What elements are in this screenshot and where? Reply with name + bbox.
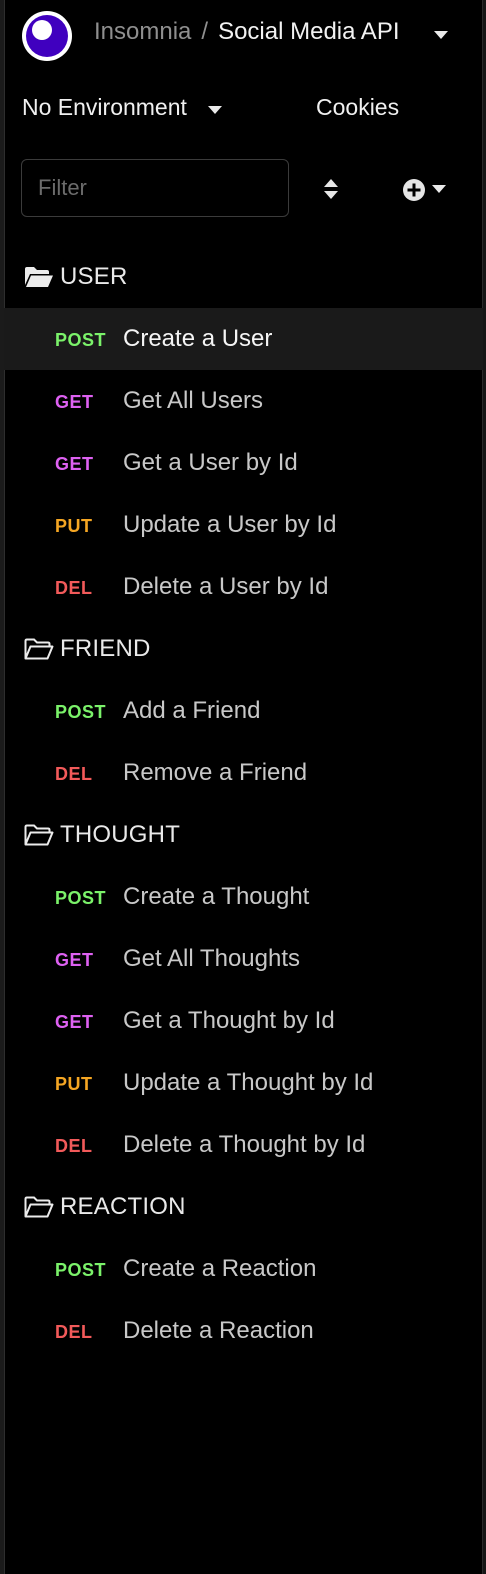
- request-label: Delete a User by Id: [123, 573, 329, 600]
- request-label: Update a Thought by Id: [123, 1069, 374, 1096]
- method-badge-get: GET: [55, 1012, 94, 1032]
- request-tree: USER POST Create a User GET Get All Users GET…: [4, 246, 483, 1362]
- method-badge-del: DEL: [55, 1136, 93, 1156]
- method-badge-post: POST: [55, 1260, 107, 1280]
- environment-row: No Environment Cookies: [0, 82, 486, 134]
- cookies-button[interactable]: Cookies: [316, 94, 399, 121]
- method-badge-get: GET: [55, 392, 94, 412]
- request-item[interactable]: POST Create a Thought: [4, 866, 483, 928]
- request-item[interactable]: POST Create a Reaction: [4, 1238, 483, 1300]
- request-item[interactable]: DEL Remove a Friend: [4, 742, 483, 804]
- folder-thought[interactable]: THOUGHT: [4, 804, 483, 866]
- request-item[interactable]: GET Get a User by Id: [4, 432, 483, 494]
- folder-label: FRIEND: [60, 635, 151, 662]
- folder-label: REACTION: [60, 1193, 186, 1220]
- request-label: Create a Reaction: [123, 1255, 317, 1282]
- request-label: Create a User: [123, 325, 273, 352]
- folder-open-icon: [25, 267, 53, 287]
- folder-user[interactable]: USER: [4, 246, 483, 308]
- add-dropdown-caret-icon[interactable]: [432, 185, 446, 193]
- insomnia-logo-icon[interactable]: [21, 10, 73, 62]
- folder-icon: [24, 1196, 54, 1218]
- request-item[interactable]: PUT Update a User by Id: [4, 494, 483, 556]
- workspace-name[interactable]: Social Media API: [218, 18, 399, 46]
- request-item[interactable]: POST Add a Friend: [4, 680, 483, 742]
- request-item[interactable]: DEL Delete a Thought by Id: [4, 1114, 483, 1176]
- request-item[interactable]: DEL Delete a Reaction: [4, 1300, 483, 1362]
- request-label: Add a Friend: [123, 697, 261, 724]
- request-item[interactable]: GET Get a Thought by Id: [4, 990, 483, 1052]
- request-label: Get a Thought by Id: [123, 1007, 335, 1034]
- method-badge-post: POST: [55, 330, 107, 350]
- method-badge-put: PUT: [55, 1074, 93, 1094]
- breadcrumb: Insomnia / Social Media API: [94, 18, 400, 46]
- environment-dropdown[interactable]: No Environment: [22, 94, 187, 121]
- request-item[interactable]: POST Create a User: [4, 308, 483, 370]
- workspace-dropdown-caret-icon[interactable]: [434, 31, 448, 39]
- request-item[interactable]: GET Get All Thoughts: [4, 928, 483, 990]
- sort-icon[interactable]: [321, 178, 341, 200]
- environment-dropdown-caret-icon[interactable]: [208, 106, 222, 114]
- filter-field[interactable]: [21, 159, 289, 217]
- method-badge-del: DEL: [55, 1322, 93, 1342]
- filter-input[interactable]: [22, 160, 288, 216]
- request-label: Get All Thoughts: [123, 945, 300, 972]
- method-badge-get: GET: [55, 454, 94, 474]
- workspace-header: Insomnia / Social Media API: [0, 0, 486, 72]
- method-badge-post: POST: [55, 702, 107, 722]
- breadcrumb-separator: /: [201, 18, 209, 45]
- request-label: Delete a Reaction: [123, 1317, 314, 1344]
- request-label: Get a User by Id: [123, 449, 298, 476]
- folder-friend[interactable]: FRIEND: [4, 618, 483, 680]
- sidebar: Insomnia / Social Media API No Environme…: [0, 0, 486, 1574]
- request-label: Remove a Friend: [123, 759, 308, 786]
- method-badge-del: DEL: [55, 578, 93, 598]
- folder-reaction[interactable]: REACTION: [4, 1176, 483, 1238]
- method-badge-del: DEL: [55, 764, 93, 784]
- request-label: Get All Users: [123, 387, 264, 414]
- method-badge-put: PUT: [55, 516, 93, 536]
- request-label: Delete a Thought by Id: [123, 1131, 366, 1158]
- breadcrumb-app-name[interactable]: Insomnia: [94, 18, 191, 46]
- folder-label: THOUGHT: [60, 821, 181, 848]
- method-badge-get: GET: [55, 950, 94, 970]
- request-item[interactable]: DEL Delete a User by Id: [4, 556, 483, 618]
- folder-icon: [24, 824, 54, 846]
- request-label: Update a User by Id: [123, 511, 337, 538]
- request-label: Create a Thought: [123, 883, 310, 910]
- add-circle-icon[interactable]: [402, 178, 426, 202]
- request-item[interactable]: PUT Update a Thought by Id: [4, 1052, 483, 1114]
- folder-label: USER: [60, 263, 128, 290]
- folder-icon: [24, 638, 54, 660]
- method-badge-post: POST: [55, 888, 107, 908]
- request-item[interactable]: GET Get All Users: [4, 370, 483, 432]
